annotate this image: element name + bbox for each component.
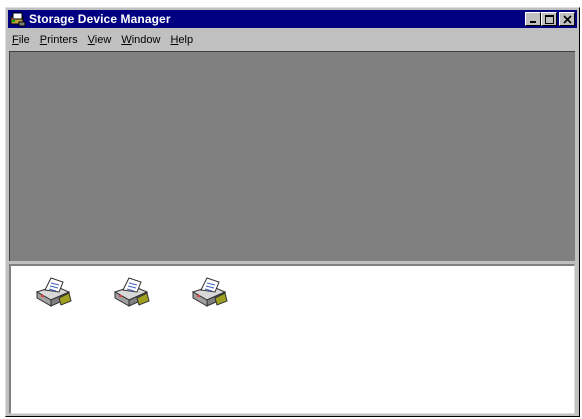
printer-device-1[interactable]: [33, 274, 73, 310]
printer-icon: [191, 277, 228, 307]
printer-icon: [35, 277, 72, 307]
close-button[interactable]: [559, 12, 575, 26]
menu-view-label: iew: [94, 33, 112, 46]
menu-file-label: ile: [18, 33, 30, 46]
title-bar[interactable]: Storage Device Manager: [8, 10, 577, 28]
menu-view-mnemonic: V: [87, 33, 95, 46]
close-icon: [563, 15, 572, 24]
menu-help-label: elp: [178, 33, 194, 46]
workspace-area[interactable]: [9, 51, 575, 261]
menu-file-mnemonic: F: [12, 33, 19, 46]
printer-device-2[interactable]: [111, 274, 151, 310]
menu-bar: File Printers View Window Help: [8, 30, 577, 49]
menu-printers[interactable]: Printers: [35, 34, 83, 46]
menu-window-label: indow: [131, 33, 161, 46]
menu-window-mnemonic: W: [121, 33, 132, 46]
maximize-icon: [545, 15, 554, 24]
menu-file[interactable]: File: [8, 34, 35, 46]
menu-printers-label: rinters: [47, 33, 78, 46]
device-list-pane[interactable]: [9, 264, 575, 414]
minimize-icon: [530, 21, 536, 23]
printer-icon: [113, 277, 150, 307]
minimize-button[interactable]: [525, 12, 541, 26]
maximize-button[interactable]: [541, 12, 557, 26]
title-buttons: [525, 12, 575, 26]
app-window: Storage Device Manager File Printers Vie…: [5, 7, 580, 417]
window-title: Storage Device Manager: [29, 12, 171, 26]
menu-printers-mnemonic: P: [39, 33, 48, 46]
app-icon[interactable]: [10, 11, 26, 27]
menu-view[interactable]: View: [83, 34, 117, 46]
menu-help[interactable]: Help: [165, 34, 198, 46]
menu-window[interactable]: Window: [116, 34, 165, 46]
printer-device-3[interactable]: [189, 274, 229, 310]
